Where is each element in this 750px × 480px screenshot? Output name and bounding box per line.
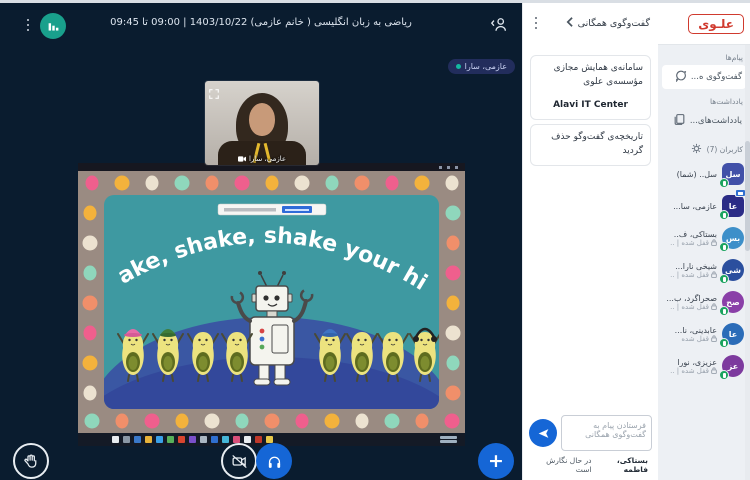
webcam-name-label: عازمی، سارا [205,155,319,163]
find-bar [217,203,327,216]
user-list: سل سل.. (شما) عا عازمی، سا... بس بستاکی،… [658,158,750,480]
activity-chart-button[interactable] [40,13,66,39]
chat-bubble-icon [674,69,687,85]
user-status: قفل شده | .. [670,239,717,247]
lock-icon [711,335,717,342]
lock-icon [711,271,717,278]
plus-icon: + [488,449,504,472]
mobile-badge-icon [719,242,729,252]
public-chat-panel: گفت‌وگوی همگانی سامانه‌ی همایش مجازی مؤس… [522,3,658,480]
participants-toggle-button[interactable] [488,14,510,38]
user-status: قفل شده | .. [670,367,717,375]
webcam-tile[interactable]: عازمی، سارا [205,81,319,165]
shared-slide: Shake, shake, shake your hips [78,171,465,433]
add-action-button[interactable]: + [478,443,514,479]
options-kebab-icon[interactable] [23,15,33,35]
avatar: صح [719,291,744,316]
brand-row: علـوی [658,3,750,45]
notes-icon [673,113,686,129]
taskbar-tray [440,436,457,443]
sidebar-item-shared-notes[interactable]: یادداشت‌های... [662,109,746,133]
mobile-badge-icon [719,306,729,316]
chat-header: گفت‌وگوی همگانی [523,3,658,43]
brand-logo: علـوی [688,13,744,34]
chat-back-chevron-icon[interactable] [565,16,574,31]
chat-message-input[interactable] [561,415,652,451]
headphones-icon [268,456,280,468]
messages-section-label: پیام‌ها [725,53,743,62]
send-icon [538,428,548,438]
expand-webcam-icon[interactable] [209,84,219,103]
screenshare-view: Shake, shake, shake your hips [78,163,465,446]
raised-hand-icon [23,453,36,468]
lock-icon [711,239,717,246]
camera-off-icon [231,454,247,468]
chat-options-kebab-icon[interactable] [531,13,541,33]
avatar: عز [719,355,744,380]
user-list-item[interactable]: عز عزیزی، نورا قفل شده | .. [658,350,750,382]
nav-sidebar: علـوی پیام‌ها گفت‌وگوی ه... یادداشت‌ها ی… [658,3,750,480]
message-sender: Alavi IT Center [553,99,628,110]
audio-button[interactable] [256,443,292,479]
chat-title: گفت‌وگوی همگانی [577,17,650,29]
scrollbar-thumb[interactable] [745,141,750,251]
public-chat-label: گفت‌وگوی ه... [690,72,742,82]
shared-notes-label: یادداشت‌های... [689,116,742,126]
typing-indicator: بستاکی، فاطمه در حال نگارش است [546,456,648,474]
avatar: عا [719,323,744,348]
user-list-item[interactable]: عا عابدینی، نا... قفل شده [658,318,750,350]
camera-icon [237,156,246,162]
chat-messages: سامانه‌ی همایش مجازی مؤسسه‌ی علوی Alavi … [523,43,658,413]
user-list-item[interactable]: سل سل.. (شما) [658,158,750,190]
mobile-badge-icon [719,338,729,348]
manage-users-gear-icon[interactable] [691,143,702,156]
user-list-item[interactable]: عا عازمی، سا... [658,189,750,222]
sidebar-item-public-chat[interactable]: گفت‌وگوی ه... [662,65,746,89]
avatar: عا [719,189,746,220]
mobile-badge-icon [719,178,729,188]
send-message-button[interactable] [529,419,557,447]
welcome-message-card: سامانه‌ی همایش مجازی مؤسسه‌ی علوی Alavi … [530,55,651,120]
raise-hand-button[interactable] [13,443,49,479]
avatar: بس [719,227,744,252]
main-stage: ریاضی به زبان انگلیسی ( خانم عازمی) 1403… [0,3,522,480]
user-status: قفل شده [675,335,717,343]
avatar: شی [719,259,744,284]
sidebar-scrollbar[interactable] [745,45,750,480]
chat-composer [523,413,658,453]
person-chevron-icon [490,18,507,31]
presenter-name-pill: عازمی، سارا [447,59,515,74]
mobile-badge-icon [719,274,729,284]
users-count-label: کاربران (7) [706,145,743,154]
mobile-badge-icon [719,370,729,380]
presence-dot [455,64,461,69]
system-message-card: تاریخچه‌ی گفت‌وگو حذف گردید [530,123,651,166]
user-list-item[interactable]: بس بستاکی، ف.. قفل شده | .. [658,222,750,254]
bar-chart-icon [48,22,58,31]
avatar: سل [719,163,744,188]
lock-icon [711,303,717,310]
meeting-title: ریاضی به زبان انگلیسی ( خانم عازمی) 1403… [110,17,412,28]
camera-off-button[interactable] [221,443,257,479]
user-status: قفل شده | .. [666,303,717,311]
user-list-item[interactable]: صح صحراگرد، ب... قفل شده | .. [658,286,750,318]
user-list-item[interactable]: شی شیخی نارا... قفل شده | .. [658,254,750,286]
lock-icon [711,367,717,374]
mobile-badge-icon [719,210,729,220]
users-section-header: کاربران (7) [662,143,746,156]
meeting-app: علـوی پیام‌ها گفت‌وگوی ه... یادداشت‌ها ی… [0,3,750,480]
slide-artwork: Shake, shake, shake your hips [78,171,465,433]
user-status: قفل شده | .. [670,271,717,279]
notes-section-label: یادداشت‌ها [709,97,743,106]
